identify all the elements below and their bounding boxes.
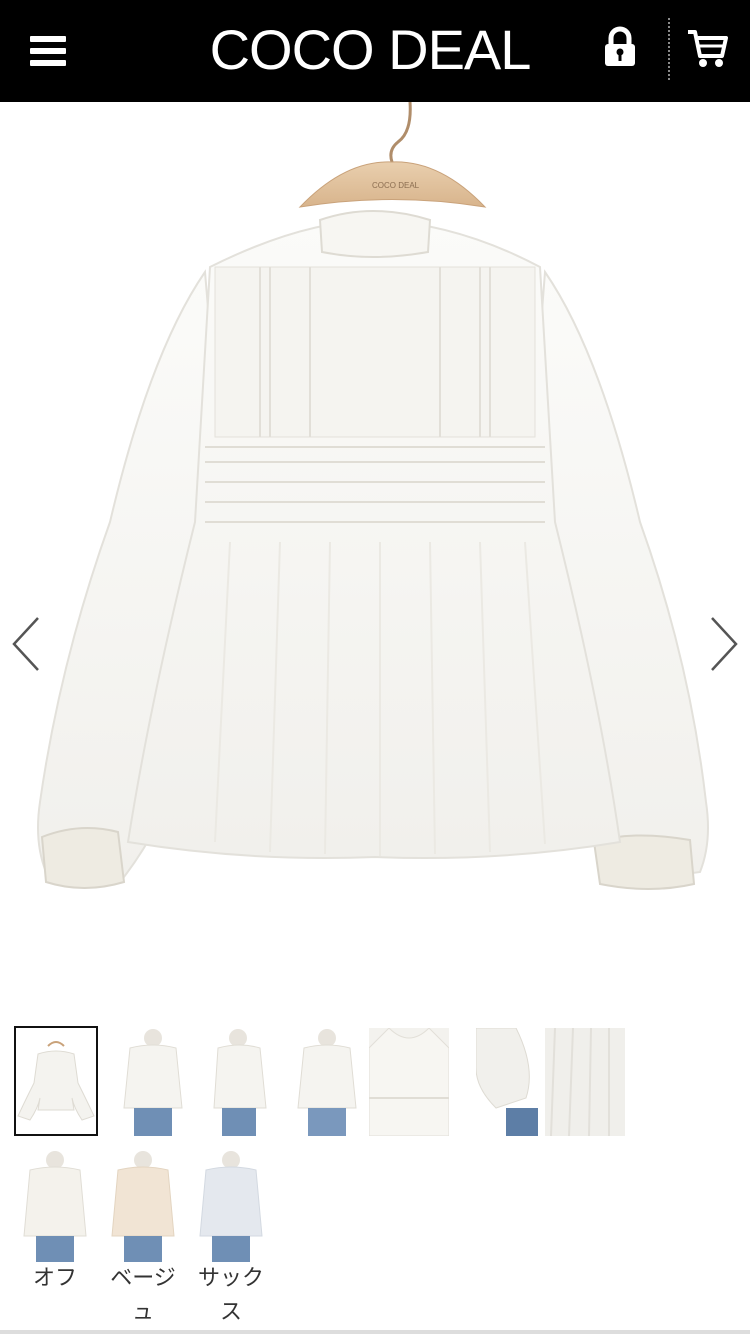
thumbnail-5[interactable] <box>369 1028 449 1136</box>
color-swatch-image <box>14 1150 96 1262</box>
next-image-arrow[interactable] <box>704 612 744 676</box>
thumbnail-1[interactable] <box>14 1026 98 1136</box>
hanger-brand-text: COCO DEAL <box>372 181 420 190</box>
color-swatch-image <box>102 1150 184 1262</box>
header-bar: COCO DEAL <box>0 0 750 102</box>
bottom-divider <box>0 1330 750 1334</box>
thumbnail-7[interactable] <box>545 1028 625 1136</box>
thumbnail-2[interactable] <box>112 1028 194 1136</box>
site-logo[interactable]: COCO DEAL <box>185 18 555 82</box>
color-label: オフ <box>32 1266 77 1291</box>
prev-image-arrow[interactable] <box>8 612 48 676</box>
header-divider <box>668 18 670 80</box>
thumbnail-6[interactable] <box>476 1028 538 1136</box>
lock-icon[interactable] <box>600 26 640 70</box>
thumbnail-4[interactable] <box>286 1028 368 1136</box>
color-swatch-image <box>190 1150 272 1262</box>
color-label: サックス <box>197 1266 264 1325</box>
color-option-off[interactable]: オフ <box>14 1150 96 1296</box>
color-option-sax[interactable]: サックス <box>190 1150 272 1330</box>
product-main-image[interactable]: COCO DEAL <box>0 102 750 1002</box>
cart-icon[interactable] <box>684 26 732 70</box>
color-label: ベージュ <box>110 1266 176 1325</box>
color-option-beige[interactable]: ベージュ <box>102 1150 184 1330</box>
hamburger-menu-icon[interactable] <box>30 34 68 68</box>
thumbnail-3[interactable] <box>200 1028 282 1136</box>
